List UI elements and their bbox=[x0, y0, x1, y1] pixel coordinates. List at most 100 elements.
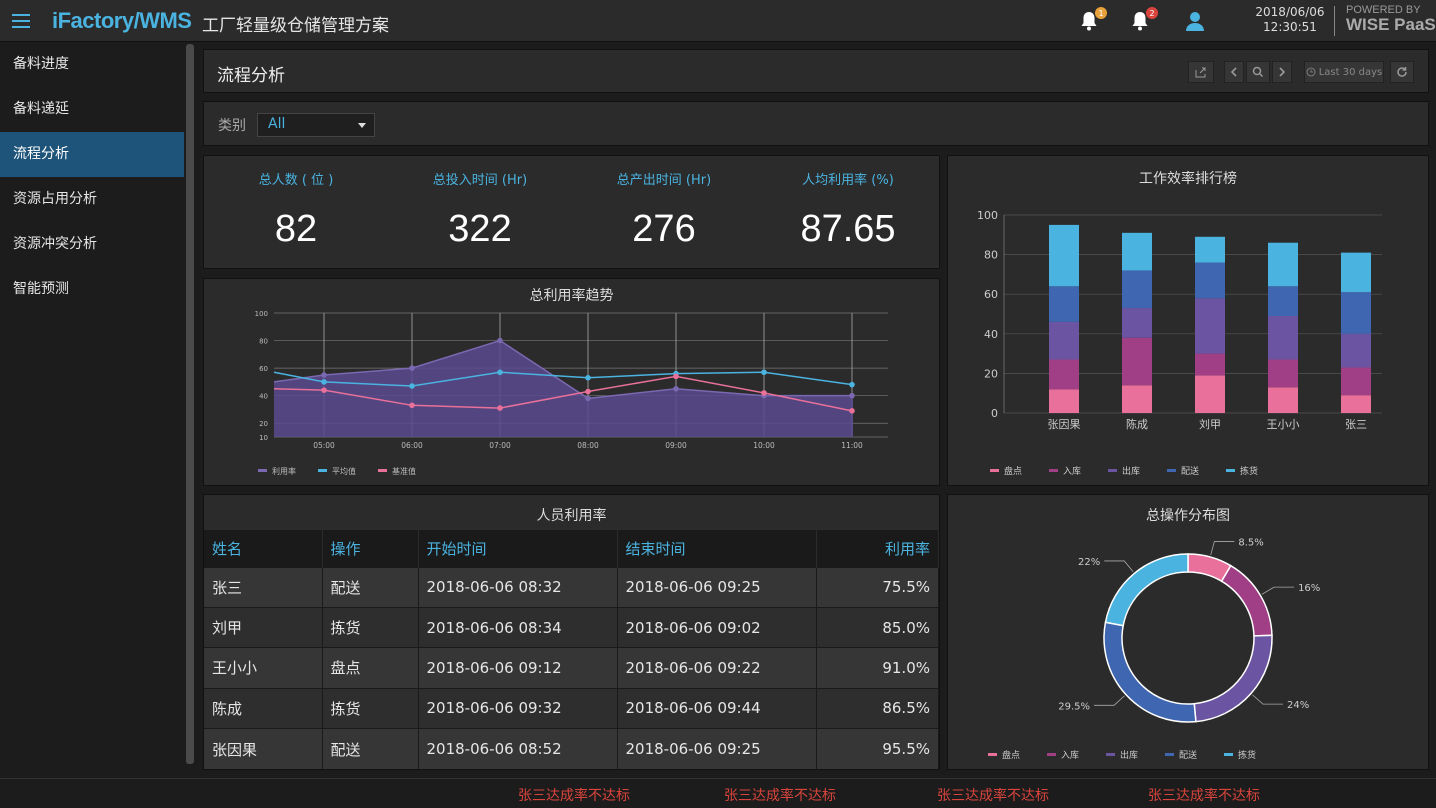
operation-distribution-chart: 8.5% 16% 24% 29.5% 22% 盘点 入库 出库 配送 拣货 bbox=[988, 538, 1320, 761]
prev-button[interactable] bbox=[1224, 61, 1244, 83]
legend-label: 入库 bbox=[1061, 749, 1079, 761]
sidebar-item-resource-conflict[interactable]: 资源冲突分析 bbox=[0, 222, 184, 267]
column-header[interactable]: 姓名 bbox=[204, 530, 323, 567]
notification-badge: 1 bbox=[1095, 7, 1107, 19]
bar-segment bbox=[1195, 262, 1225, 299]
alert-bell-icon[interactable]: 2 bbox=[1129, 7, 1158, 32]
top-bar: iFactory/WMS 工厂轻量级仓储管理方案 1 2 2018/06/06 … bbox=[0, 0, 1436, 42]
table-row[interactable]: 张三 配送 2018-06-06 08:32 2018-06-06 09:25 … bbox=[204, 566, 939, 608]
table-cell: 盘点 bbox=[322, 647, 419, 689]
notification-bell-icon[interactable]: 1 bbox=[1078, 7, 1107, 32]
x-tick-label: 09:00 bbox=[665, 441, 687, 450]
kpi-panel: 总人数 ( 位 ) 82 总投入时间 (Hr) 322 总产出时间 (Hr) 2… bbox=[203, 155, 940, 269]
platform-name: WISE PaaS bbox=[1346, 15, 1436, 34]
bar-segment bbox=[1195, 298, 1225, 354]
data-point bbox=[849, 408, 855, 414]
y-tick-label: 20 bbox=[984, 367, 998, 380]
column-header[interactable]: 利用率 bbox=[816, 530, 939, 567]
data-point bbox=[849, 381, 855, 388]
kpi-label: 人均利用率 (%) bbox=[802, 173, 894, 188]
table-row[interactable]: 张因果 配送 2018-06-06 08:52 2018-06-06 09:25… bbox=[204, 728, 939, 769]
slice-label: 16% bbox=[1298, 583, 1320, 594]
bar-segment bbox=[1049, 359, 1079, 390]
zoom-button[interactable] bbox=[1246, 61, 1270, 83]
caret-down-icon bbox=[358, 123, 366, 128]
legend-swatch bbox=[1047, 753, 1056, 756]
column-header[interactable]: 操作 bbox=[322, 530, 419, 567]
share-button[interactable] bbox=[1188, 61, 1214, 83]
y-tick-label: 80 bbox=[984, 249, 998, 262]
donut-slice bbox=[1220, 564, 1273, 637]
label-leader-line bbox=[1210, 541, 1235, 556]
legend-label: 配送 bbox=[1181, 465, 1199, 477]
legend-label: 出库 bbox=[1120, 749, 1138, 761]
ticker-message: 张三达成率不达标 bbox=[518, 788, 630, 804]
ticker-message: 张三达成率不达标 bbox=[937, 788, 1049, 804]
sidebar-item-material-progress[interactable]: 备料进度 bbox=[0, 42, 184, 87]
table-cell: 2018-06-06 08:34 bbox=[418, 606, 618, 648]
category-label: 类别 bbox=[218, 118, 246, 134]
table-cell: 配送 bbox=[322, 566, 419, 608]
x-tick-label: 张三 bbox=[1345, 418, 1367, 431]
sidebar-scroll-thumb[interactable] bbox=[186, 44, 194, 764]
table-cell: 2018-06-06 09:12 bbox=[418, 647, 618, 689]
table-cell: 2018-06-06 08:52 bbox=[418, 728, 618, 769]
date-text: 2018/06/06 bbox=[1255, 5, 1325, 19]
data-point bbox=[497, 405, 503, 411]
table-row[interactable]: 刘甲 拣货 2018-06-06 08:34 2018-06-06 09:02 … bbox=[204, 606, 939, 648]
category-value: All bbox=[268, 116, 286, 132]
column-header[interactable]: 结束时间 bbox=[617, 530, 817, 567]
data-point bbox=[497, 369, 503, 376]
x-tick-label: 05:00 bbox=[313, 441, 335, 450]
sidebar-item-resource-usage[interactable]: 资源占用分析 bbox=[0, 177, 184, 222]
staff-utilization-table: 姓名 操作 开始时间 结束时间 利用率 张三 配送 2018-06-06 08:… bbox=[204, 530, 939, 769]
legend-swatch bbox=[1049, 469, 1058, 472]
table-cell: 陈成 bbox=[204, 687, 323, 729]
slice-label: 29.5% bbox=[1058, 701, 1090, 712]
slice-label: 8.5% bbox=[1238, 538, 1263, 549]
legend-swatch bbox=[1106, 753, 1115, 756]
series-area bbox=[274, 340, 853, 437]
data-point bbox=[585, 395, 591, 402]
label-leader-line bbox=[1252, 694, 1284, 705]
utilization-trend-panel: 总利用率趋势 10 20 40 60 80 100 05:00 06:00 07:00 08:00… bbox=[203, 278, 940, 486]
page-header: 流程分析 Last 30 days bbox=[203, 49, 1429, 93]
data-point bbox=[321, 372, 327, 378]
table-row[interactable]: 王小小 盘点 2018-06-06 09:12 2018-06-06 09:22… bbox=[204, 647, 939, 689]
legend-label: 入库 bbox=[1063, 465, 1081, 477]
category-select[interactable]: All bbox=[257, 113, 375, 137]
bar-segment bbox=[1268, 286, 1298, 316]
legend-label: 基准值 bbox=[392, 466, 416, 476]
table-cell: 张因果 bbox=[204, 728, 323, 769]
table-cell: 91.0% bbox=[816, 647, 939, 689]
legend-swatch bbox=[1165, 753, 1174, 756]
bar-segment bbox=[1195, 236, 1225, 263]
sidebar-item-smart-prediction[interactable]: 智能预测 bbox=[0, 267, 184, 312]
kpi-value: 322 bbox=[448, 208, 512, 250]
user-icon[interactable] bbox=[1184, 10, 1206, 32]
slice-label: 24% bbox=[1287, 700, 1309, 711]
data-point bbox=[409, 365, 415, 371]
kpi-value: 87.65 bbox=[800, 208, 896, 250]
ticker-message: 张三达成率不达标 bbox=[1148, 788, 1260, 804]
donut-slice bbox=[1103, 621, 1197, 723]
table-cell: 张三 bbox=[204, 566, 323, 608]
sidebar-item-material-delay[interactable]: 备料递延 bbox=[0, 87, 184, 132]
table-cell: 2018-06-06 09:02 bbox=[617, 606, 817, 648]
next-button[interactable] bbox=[1272, 61, 1292, 83]
refresh-icon bbox=[1397, 67, 1407, 77]
bar-segment bbox=[1341, 367, 1371, 396]
time-range-picker[interactable]: Last 30 days bbox=[1304, 61, 1384, 83]
menu-icon[interactable] bbox=[0, 0, 42, 42]
data-point bbox=[673, 373, 679, 380]
data-point bbox=[321, 379, 327, 385]
table-row[interactable]: 陈成 拣货 2018-06-06 09:32 2018-06-06 09:44 … bbox=[204, 687, 939, 729]
y-tick-label: 60 bbox=[259, 365, 268, 373]
bar-segment bbox=[1122, 385, 1152, 413]
column-header[interactable]: 开始时间 bbox=[418, 530, 618, 567]
table-cell: 2018-06-06 09:22 bbox=[617, 647, 817, 689]
y-tick-label: 60 bbox=[984, 288, 998, 301]
sidebar-item-process-analysis[interactable]: 流程分析 bbox=[0, 132, 184, 177]
x-tick-label: 08:00 bbox=[577, 441, 599, 450]
refresh-button[interactable] bbox=[1390, 61, 1414, 83]
